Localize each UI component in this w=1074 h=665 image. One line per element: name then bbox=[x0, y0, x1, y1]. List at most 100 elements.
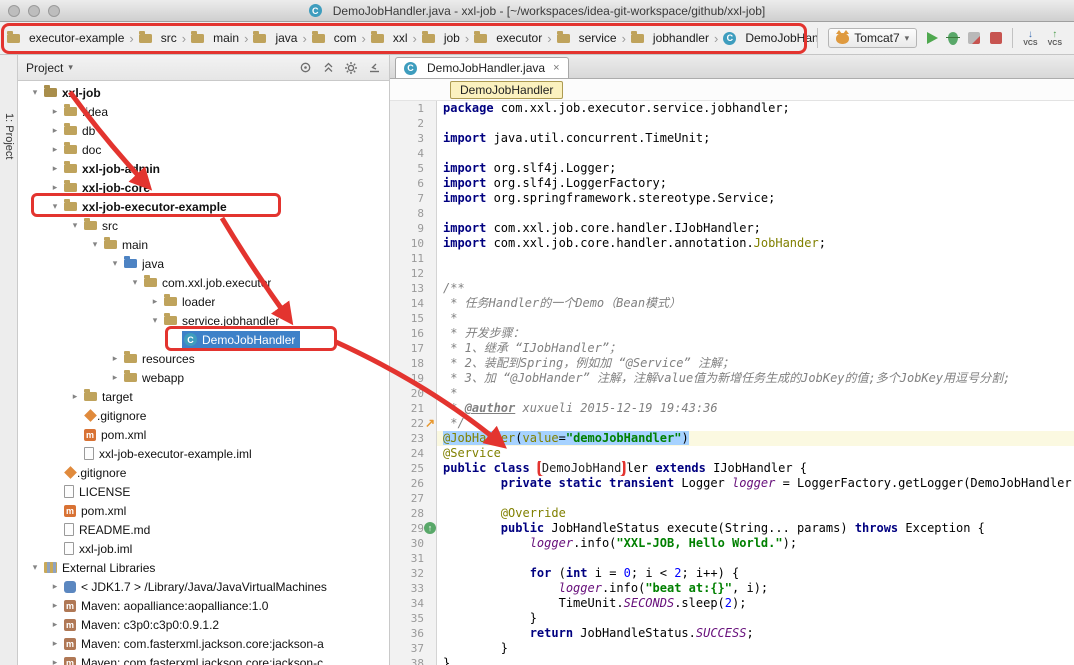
tree-item[interactable]: mpom.xml bbox=[18, 501, 389, 520]
expanded-arrow-icon[interactable]: ▾ bbox=[128, 277, 142, 288]
breadcrumb-item[interactable]: src bbox=[136, 29, 180, 47]
stop-button[interactable] bbox=[990, 32, 1002, 44]
tree-item[interactable]: ▸mMaven: aopalliance:aopalliance:1.0 bbox=[18, 596, 389, 615]
breadcrumb-item[interactable]: executor-example bbox=[4, 29, 127, 47]
editor-tab[interactable]: C DemoJobHandler.java × bbox=[395, 57, 569, 78]
line-number[interactable]: 38 bbox=[390, 656, 437, 665]
minimize-window-button[interactable] bbox=[28, 5, 40, 17]
breadcrumb-item[interactable]: CDemoJobHandler bbox=[720, 29, 817, 47]
line-number[interactable]: 34 bbox=[390, 596, 437, 611]
collapsed-arrow-icon[interactable]: ▸ bbox=[48, 182, 62, 193]
code-line[interactable]: 7import org.springframework.stereotype.S… bbox=[390, 191, 1074, 206]
expanded-arrow-icon[interactable]: ▾ bbox=[28, 87, 42, 98]
breadcrumb-item[interactable]: jobhandler bbox=[628, 29, 712, 47]
line-number[interactable]: 23 bbox=[390, 431, 437, 446]
tree-item[interactable]: ▾java bbox=[18, 254, 389, 273]
tree-item[interactable]: ▾main bbox=[18, 235, 389, 254]
code-line[interactable]: 4 bbox=[390, 146, 1074, 161]
collapsed-arrow-icon[interactable]: ▸ bbox=[48, 144, 62, 155]
override-gutter-icon[interactable]: ↑ bbox=[424, 522, 436, 534]
breadcrumb-item[interactable]: job bbox=[419, 29, 463, 47]
line-number[interactable]: 14 bbox=[390, 296, 437, 311]
tree-item[interactable]: xxl-job-executor-example.iml bbox=[18, 444, 389, 463]
code-line[interactable]: 6import org.slf4j.LoggerFactory; bbox=[390, 176, 1074, 191]
vcs-commit-button[interactable]: ↑ VCS bbox=[1048, 30, 1062, 47]
code-line[interactable]: 19 * 3、加 “@JobHander” 注解，注解value值为新增任务生成… bbox=[390, 371, 1074, 386]
tree-item[interactable]: README.md bbox=[18, 520, 389, 539]
code-line[interactable]: 34 TimeUnit.SECONDS.sleep(2); bbox=[390, 596, 1074, 611]
collapsed-arrow-icon[interactable]: ▸ bbox=[48, 638, 62, 649]
tree-item[interactable]: ▸mMaven: com.fasterxml.jackson.core:jack… bbox=[18, 634, 389, 653]
code-line[interactable]: 13/** bbox=[390, 281, 1074, 296]
code-line[interactable]: 33 logger.info("beat at:{}", i); bbox=[390, 581, 1074, 596]
code-line[interactable]: 37 } bbox=[390, 641, 1074, 656]
run-config-selector[interactable]: Tomcat7 ▾ bbox=[828, 28, 917, 48]
code-line[interactable]: 18 * 2、装配到Spring，例如加 “@Service” 注解； bbox=[390, 356, 1074, 371]
tree-item[interactable]: ▸xxl-job-admin bbox=[18, 159, 389, 178]
code-line[interactable]: 30 logger.info("XXL-JOB, Hello World."); bbox=[390, 536, 1074, 551]
code-line[interactable]: 23@JobHander(value="demoJobHandler") bbox=[390, 431, 1074, 446]
breadcrumb-item[interactable]: service bbox=[554, 29, 620, 47]
coverage-button[interactable] bbox=[968, 32, 980, 44]
tree-item[interactable]: ▸webapp bbox=[18, 368, 389, 387]
code-line[interactable]: 10import com.xxl.job.core.handler.annota… bbox=[390, 236, 1074, 251]
code-line[interactable]: 1package com.xxl.job.executor.service.jo… bbox=[390, 101, 1074, 116]
debug-button[interactable] bbox=[948, 32, 958, 45]
expanded-arrow-icon[interactable]: ▾ bbox=[48, 201, 62, 212]
tree-item[interactable]: ▸xxl-job-core bbox=[18, 178, 389, 197]
line-number[interactable]: 25 bbox=[390, 461, 437, 476]
line-number[interactable]: 11 bbox=[390, 251, 437, 266]
line-number[interactable]: 10 bbox=[390, 236, 437, 251]
collapsed-arrow-icon[interactable]: ▸ bbox=[48, 581, 62, 592]
gear-icon[interactable] bbox=[344, 61, 358, 75]
tree-item[interactable]: mpom.xml bbox=[18, 425, 389, 444]
breadcrumb-item[interactable]: java bbox=[250, 29, 300, 47]
line-number[interactable]: 35 bbox=[390, 611, 437, 626]
code-line[interactable]: 5import org.slf4j.Logger; bbox=[390, 161, 1074, 176]
tree-item[interactable]: ▸doc bbox=[18, 140, 389, 159]
tree-item[interactable]: ▸mMaven: c3p0:c3p0:0.9.1.2 bbox=[18, 615, 389, 634]
expanded-arrow-icon[interactable]: ▾ bbox=[108, 258, 122, 269]
line-number[interactable]: 29↑ bbox=[390, 521, 437, 536]
tree-item[interactable]: ▾xxl-job-executor-example bbox=[18, 197, 389, 216]
code-line[interactable]: 31 bbox=[390, 551, 1074, 566]
code-line[interactable]: 15 * bbox=[390, 311, 1074, 326]
code-line[interactable]: 12 bbox=[390, 266, 1074, 281]
line-number[interactable]: 37 bbox=[390, 641, 437, 656]
line-number[interactable]: 8 bbox=[390, 206, 437, 221]
collapsed-arrow-icon[interactable]: ▸ bbox=[148, 296, 162, 307]
line-number[interactable]: 27 bbox=[390, 491, 437, 506]
line-number[interactable]: 7 bbox=[390, 191, 437, 206]
code-line[interactable]: 38} bbox=[390, 656, 1074, 665]
vcs-update-button[interactable]: ↓ VCS bbox=[1023, 30, 1037, 47]
line-number[interactable]: 32 bbox=[390, 566, 437, 581]
tree-item[interactable]: ▸resources bbox=[18, 349, 389, 368]
code-line[interactable]: 28 @Override bbox=[390, 506, 1074, 521]
collapsed-arrow-icon[interactable]: ▸ bbox=[48, 600, 62, 611]
line-number[interactable]: 17 bbox=[390, 341, 437, 356]
code-line[interactable]: 2 bbox=[390, 116, 1074, 131]
tree-item[interactable]: LICENSE bbox=[18, 482, 389, 501]
code-line[interactable]: 11 bbox=[390, 251, 1074, 266]
tree-item[interactable]: ▸mMaven: com.fasterxml.jackson.core:jack… bbox=[18, 653, 389, 665]
tree-item[interactable]: ▸loader bbox=[18, 292, 389, 311]
collapse-all-icon[interactable] bbox=[321, 61, 335, 75]
line-number[interactable]: 3 bbox=[390, 131, 437, 146]
hide-panel-icon[interactable] bbox=[367, 61, 381, 75]
tree-item[interactable]: .gitignore bbox=[18, 406, 389, 425]
tree-item[interactable]: xxl-job.iml bbox=[18, 539, 389, 558]
scroll-from-source-icon[interactable] bbox=[298, 61, 312, 75]
breadcrumb-item[interactable]: main bbox=[188, 29, 242, 47]
code-line[interactable]: 21 * @author xuxueli 2015-12-19 19:43:36 bbox=[390, 401, 1074, 416]
tree-item[interactable]: CDemoJobHandler bbox=[18, 330, 389, 349]
code-line[interactable]: 22↗ */ bbox=[390, 416, 1074, 431]
run-button[interactable] bbox=[927, 32, 938, 44]
line-number[interactable]: 19 bbox=[390, 371, 437, 386]
tree-item[interactable]: ▸db bbox=[18, 121, 389, 140]
code-line[interactable]: 26 private static transient Logger logge… bbox=[390, 476, 1074, 491]
line-number[interactable]: 33 bbox=[390, 581, 437, 596]
expanded-arrow-icon[interactable]: ▾ bbox=[88, 239, 102, 250]
code-line[interactable]: 24@Service bbox=[390, 446, 1074, 461]
line-number[interactable]: 31 bbox=[390, 551, 437, 566]
collapsed-arrow-icon[interactable]: ▸ bbox=[108, 372, 122, 383]
